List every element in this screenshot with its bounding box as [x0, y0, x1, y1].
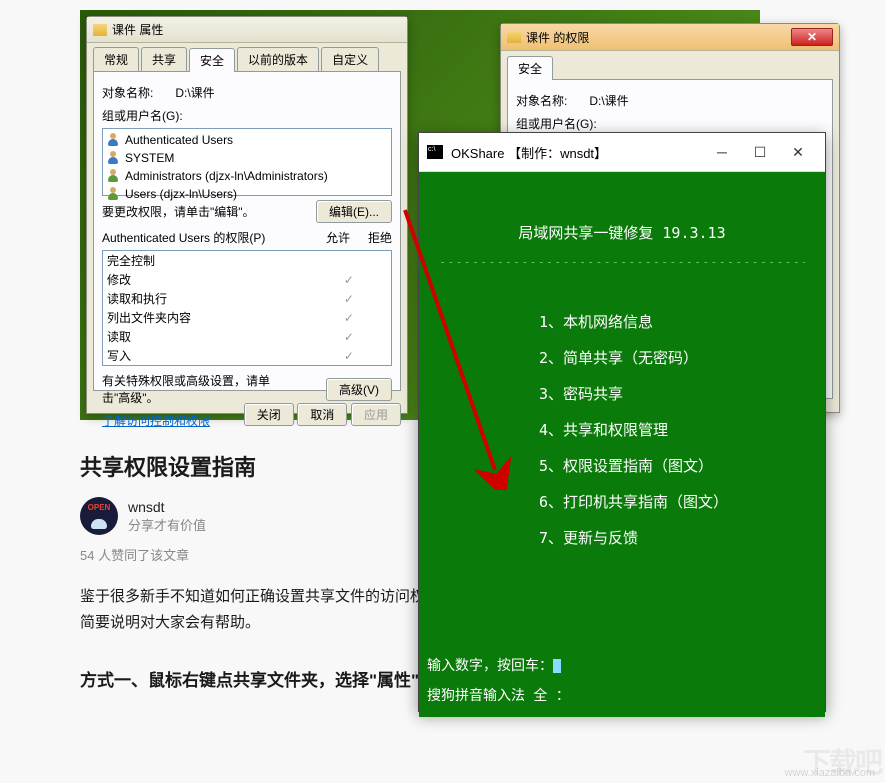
close-icon[interactable]: ✕: [779, 139, 817, 165]
cursor-icon: [553, 659, 561, 673]
folder-icon: [93, 24, 107, 36]
menu-item: 3、密码共享: [539, 376, 805, 412]
tab-sharing[interactable]: 共享: [141, 47, 187, 71]
tab-customize[interactable]: 自定义: [321, 47, 379, 71]
user-icon: [107, 133, 121, 147]
menu-item: 5、权限设置指南（图文）: [539, 448, 805, 484]
console-body: 局域网共享一键修复 19.3.13 ----------------------…: [419, 172, 825, 717]
tab-previous[interactable]: 以前的版本: [237, 47, 319, 71]
advanced-button[interactable]: 高级(V): [326, 378, 392, 401]
ime-status: 搜狗拼音输入法 全 ：: [427, 685, 570, 705]
group-icon: [107, 169, 121, 183]
apply-button[interactable]: 应用: [351, 403, 401, 426]
groups-label: 组或用户名(G):: [516, 115, 824, 132]
okshare-window: OKShare 【制作：wnsdt】 ─ ☐ ✕ 局域网共享一键修复 19.3.…: [418, 132, 826, 712]
list-item[interactable]: SYSTEM: [125, 150, 174, 166]
app-header: 局域网共享一键修复 19.3.13: [439, 222, 805, 243]
tab-general[interactable]: 常规: [93, 47, 139, 71]
author-tagline: 分享才有价值: [128, 515, 206, 534]
menu-item: 2、简单共享（无密码）: [539, 340, 805, 376]
window-titlebar: 课件 的权限 ✕: [501, 24, 839, 51]
permissions-table: 完全控制 修改✓ 读取和执行✓ 列出文件夹内容✓ 读取✓ 写入✓: [102, 250, 392, 366]
perm-header-label: Authenticated Users 的权限(P): [102, 229, 265, 246]
minimize-icon[interactable]: ─: [703, 139, 741, 165]
window-title: 课件 属性: [112, 21, 163, 38]
list-item[interactable]: Users (djzx-ln\Users): [125, 186, 237, 202]
tab-security[interactable]: 安全: [189, 48, 235, 72]
window-title: OKShare 【制作：wnsdt】: [451, 143, 607, 162]
close-icon[interactable]: ✕: [791, 28, 833, 46]
properties-window: 课件 属性 常规 共享 安全 以前的版本 自定义 对象名称: D:\课件 组或用…: [86, 16, 408, 414]
edit-hint: 要更改权限，请单击"编辑"。: [102, 203, 255, 220]
cancel-button[interactable]: 取消: [297, 403, 347, 426]
deny-header: 拒绝: [368, 229, 392, 246]
menu-list: 1、本机网络信息 2、简单共享（无密码） 3、密码共享 4、共享和权限管理 5、…: [539, 304, 805, 556]
list-item[interactable]: Administrators (djzx-ln\Administrators): [125, 168, 328, 184]
window-titlebar: 课件 属性: [87, 17, 407, 43]
window-titlebar: OKShare 【制作：wnsdt】 ─ ☐ ✕: [419, 133, 825, 172]
input-prompt: 输入数字，按回车：: [427, 658, 553, 674]
groups-label: 组或用户名(G):: [102, 107, 392, 124]
author-name[interactable]: wnsdt: [128, 499, 206, 515]
close-button[interactable]: 关闭: [244, 403, 294, 426]
help-link[interactable]: 了解访问控制和权限: [102, 414, 210, 428]
menu-item: 6、打印机共享指南（图文）: [539, 484, 805, 520]
divider: ----------------------------------------…: [439, 255, 805, 269]
tab-security[interactable]: 安全: [507, 56, 553, 80]
menu-item: 1、本机网络信息: [539, 304, 805, 340]
user-listbox[interactable]: Authenticated Users SYSTEM Administrator…: [102, 128, 392, 196]
list-item[interactable]: Authenticated Users: [125, 132, 233, 148]
watermark-url: www.xiazaiba.com: [785, 767, 875, 779]
cmd-icon: [427, 145, 443, 159]
object-name-label: 对象名称:: [516, 92, 586, 109]
menu-item: 7、更新与反馈: [539, 520, 805, 556]
menu-item: 4、共享和权限管理: [539, 412, 805, 448]
object-name-label: 对象名称:: [102, 84, 172, 101]
tab-strip: 常规 共享 安全 以前的版本 自定义: [87, 43, 407, 71]
user-icon: [107, 151, 121, 165]
folder-icon: [507, 31, 521, 43]
group-icon: [107, 187, 121, 201]
object-name-value: D:\课件: [589, 94, 628, 108]
advanced-hint: 有关特殊权限或高级设置，请单击"高级"。: [102, 372, 282, 406]
maximize-icon[interactable]: ☐: [741, 139, 779, 165]
window-title: 课件 的权限: [526, 29, 589, 46]
object-name-value: D:\课件: [175, 86, 214, 100]
allow-header: 允许: [326, 229, 350, 246]
tab-panel-security: 对象名称: D:\课件 组或用户名(G): Authenticated User…: [93, 71, 401, 391]
avatar[interactable]: [80, 497, 118, 535]
edit-button[interactable]: 编辑(E)...: [316, 200, 392, 223]
